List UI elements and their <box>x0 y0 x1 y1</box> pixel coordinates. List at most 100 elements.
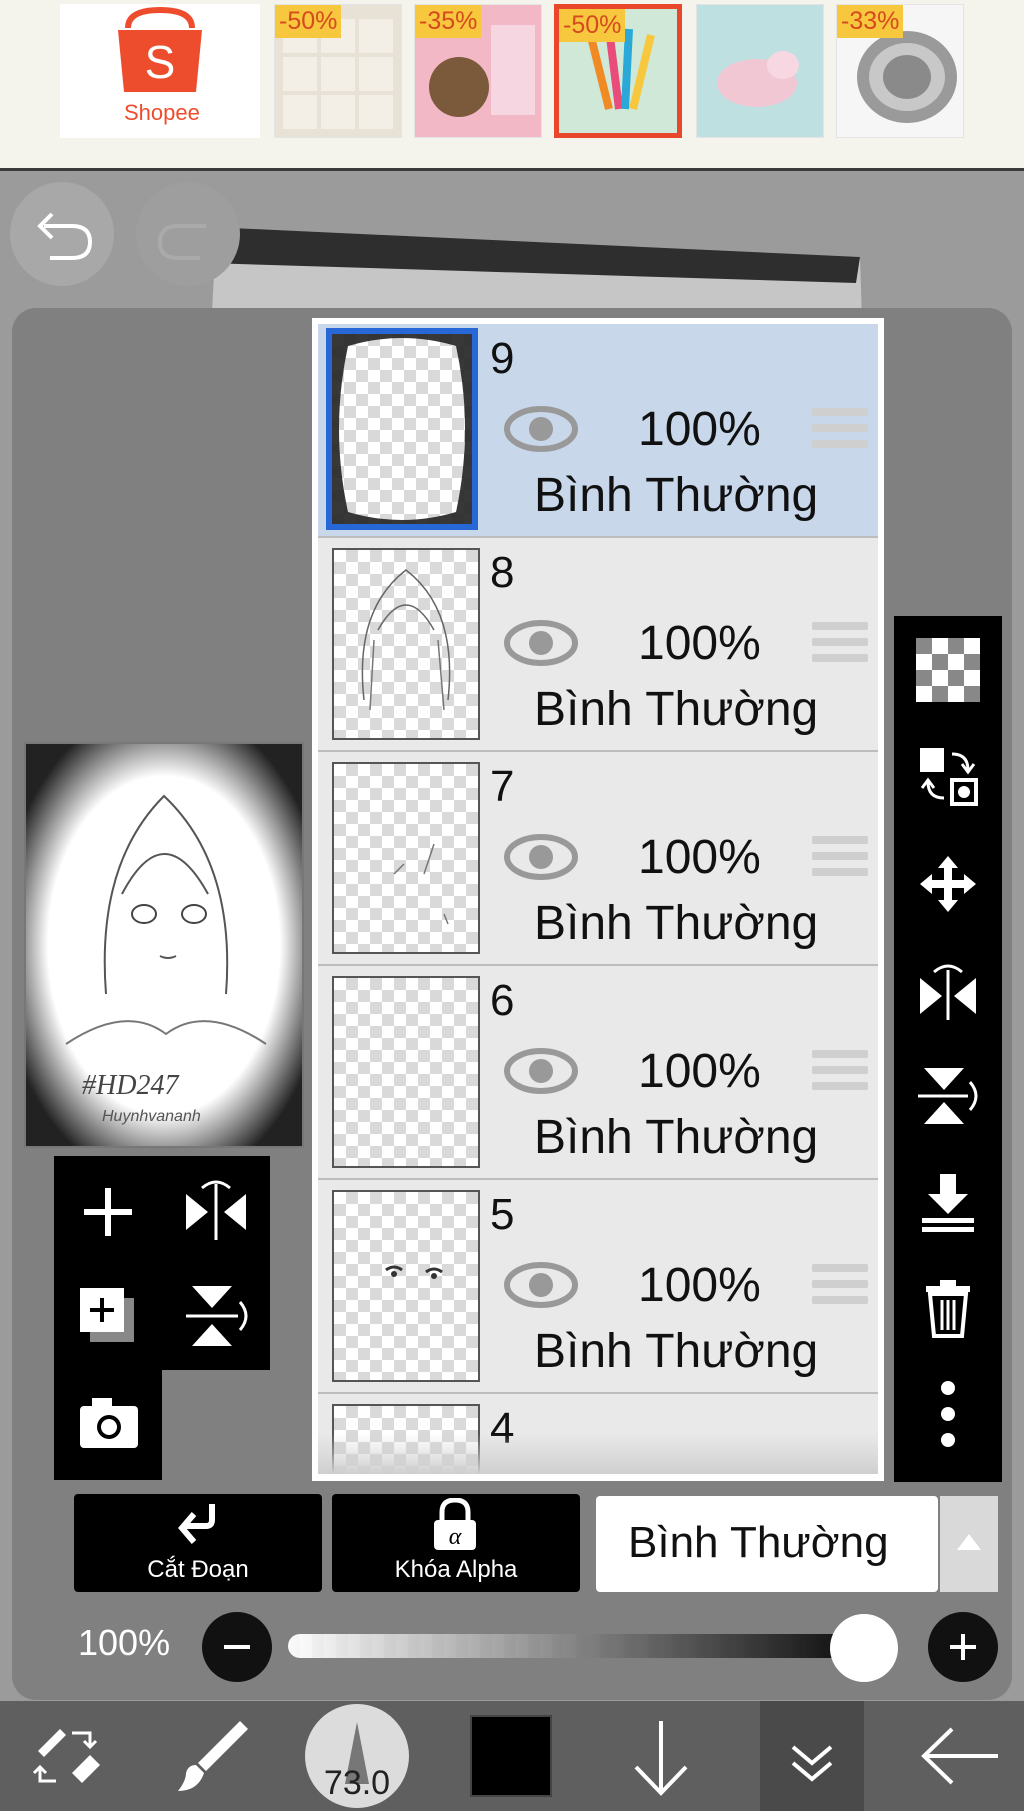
layer-number: 6 <box>490 976 515 1025</box>
arrow-left-icon <box>921 1727 998 1785</box>
discount-badge: -35% <box>415 5 482 38</box>
duplicate-layer-button[interactable] <box>70 1278 146 1354</box>
drag-handle-icon[interactable] <box>812 408 868 456</box>
add-layer-button[interactable] <box>70 1174 146 1250</box>
alpha-lock-button[interactable]: α Khóa Alpha <box>332 1494 580 1592</box>
more-vertical-icon <box>941 1381 955 1447</box>
back-button[interactable] <box>900 1701 1020 1811</box>
layer-row[interactable]: 6 100% Bình Thường <box>318 966 878 1180</box>
layer-opacity: 100% <box>638 1259 761 1312</box>
pen-eraser-swap-icon <box>32 1729 100 1783</box>
layer-number: 7 <box>490 762 515 811</box>
svg-text:α: α <box>449 1524 462 1550</box>
brush-size-button[interactable]: 73.0 <box>302 1701 412 1811</box>
delete-layer-button[interactable] <box>908 1268 988 1348</box>
minus-icon <box>224 1645 250 1649</box>
scroll-fade <box>318 1434 878 1474</box>
layer-list[interactable]: 9 100% Bình Thường 8 100% Bình Thường 7 … <box>312 318 884 1481</box>
layer-blend-mode: Bình Thường <box>534 469 819 522</box>
layer-blend-mode: Bình Thường <box>534 1325 819 1378</box>
preview-caption: #HD247 <box>82 1070 179 1101</box>
layer-row[interactable]: 9 100% Bình Thường <box>318 324 878 538</box>
flip-vertical-icon <box>918 1068 978 1124</box>
blend-mode-dropdown-button[interactable] <box>940 1496 998 1592</box>
discount-badge: -50% <box>559 9 626 42</box>
color-picker-button[interactable] <box>456 1701 566 1811</box>
opacity-slider[interactable] <box>288 1634 888 1658</box>
undo-icon <box>37 212 93 260</box>
opacity-increase-button[interactable] <box>928 1612 998 1682</box>
brush-size-value: 73.0 <box>323 1764 391 1802</box>
layer-thumbnail <box>332 548 480 740</box>
eye-icon[interactable] <box>504 618 578 668</box>
opacity-decrease-button[interactable] <box>202 1612 272 1682</box>
opacity-slider-handle[interactable] <box>830 1614 898 1682</box>
layer-number: 8 <box>490 548 515 597</box>
layer-thumbnail <box>332 762 480 954</box>
blend-mode-select[interactable]: Bình Thường <box>596 1496 938 1592</box>
brush-tool-button[interactable] <box>156 1701 266 1811</box>
move-layer-button[interactable] <box>908 844 988 924</box>
layer-opacity-label: 100% <box>78 1622 171 1663</box>
preview-signature: Huynhvananh <box>102 1108 201 1125</box>
flip-vertical-right-button[interactable] <box>908 1056 988 1136</box>
eye-icon[interactable] <box>504 1260 578 1310</box>
swap-layer-button[interactable] <box>908 736 988 816</box>
import-photo-button[interactable] <box>54 1370 162 1480</box>
merge-down-button[interactable] <box>908 1162 988 1242</box>
drag-handle-icon[interactable] <box>812 1050 868 1098</box>
layer-row[interactable]: 5 100% Bình Thường <box>318 1180 878 1394</box>
merge-down-icon <box>922 1174 974 1232</box>
ad-product-toy[interactable] <box>696 4 824 138</box>
svg-text:S: S <box>145 36 176 88</box>
layer-blend-mode: Bình Thường <box>534 683 819 736</box>
layer-row[interactable]: 4 <box>318 1394 878 1474</box>
canvas-preview[interactable]: #HD247 Huynhvananh <box>24 742 304 1148</box>
layer-down-button[interactable] <box>606 1701 716 1811</box>
layer-thumbnail <box>332 1190 480 1382</box>
bottom-toolbar: 73.0 <box>0 1701 1024 1811</box>
collapse-layers-button[interactable] <box>760 1701 864 1811</box>
drag-handle-icon[interactable] <box>812 1264 868 1312</box>
trash-icon <box>926 1280 970 1338</box>
redo-button[interactable] <box>136 182 240 286</box>
undo-button[interactable] <box>10 182 114 286</box>
eye-icon[interactable] <box>504 404 578 454</box>
more-options-button[interactable] <box>908 1374 988 1454</box>
transparent-fill-button[interactable] <box>908 630 988 710</box>
layer-row[interactable]: 7 100% Bình Thường <box>318 752 878 966</box>
layer-tool-column <box>894 616 1002 1482</box>
ad-banner[interactable]: S Shopee -50% -35% -50% -33% <box>0 0 1024 171</box>
layer-opacity: 100% <box>638 617 761 670</box>
flip-horizontal-icon <box>186 1180 246 1240</box>
eye-icon[interactable] <box>504 832 578 882</box>
plus-icon <box>950 1634 976 1660</box>
discount-badge: -33% <box>837 5 904 38</box>
ad-product-baking-pans[interactable]: -33% <box>836 4 964 138</box>
brush-size-preview: 73.0 <box>305 1704 409 1808</box>
ad-product-hair-clips[interactable]: -35% <box>414 4 542 138</box>
clipping-label: Cắt Đoạn <box>147 1556 249 1583</box>
ad-product-necklaces[interactable]: -50% <box>274 4 402 138</box>
flip-vertical-button[interactable] <box>178 1278 254 1354</box>
shopee-logo[interactable]: S Shopee <box>60 4 260 138</box>
layer-blend-mode: Bình Thường <box>534 1111 819 1164</box>
flip-vertical-icon <box>186 1286 248 1346</box>
drag-handle-icon[interactable] <box>812 622 868 670</box>
camera-icon <box>80 1398 138 1448</box>
flip-horizontal-button[interactable] <box>178 1174 254 1250</box>
discount-badge: -50% <box>275 5 342 38</box>
duplicate-icon <box>80 1288 134 1342</box>
flip-horizontal-right-button[interactable] <box>908 950 988 1030</box>
layer-opacity: 100% <box>638 1045 761 1098</box>
layer-number: 9 <box>490 334 515 383</box>
ad-product-pens[interactable]: -50% <box>554 4 682 138</box>
layer-row[interactable]: 8 100% Bình Thường <box>318 538 878 752</box>
drag-handle-icon[interactable] <box>812 836 868 884</box>
clipping-button[interactable]: Cắt Đoạn <box>74 1494 322 1592</box>
eye-icon[interactable] <box>504 1046 578 1096</box>
clipping-arrow-icon <box>178 1504 215 1544</box>
tool-switch-button[interactable] <box>10 1701 120 1811</box>
plus-icon <box>84 1188 132 1236</box>
redo-icon <box>157 224 206 260</box>
